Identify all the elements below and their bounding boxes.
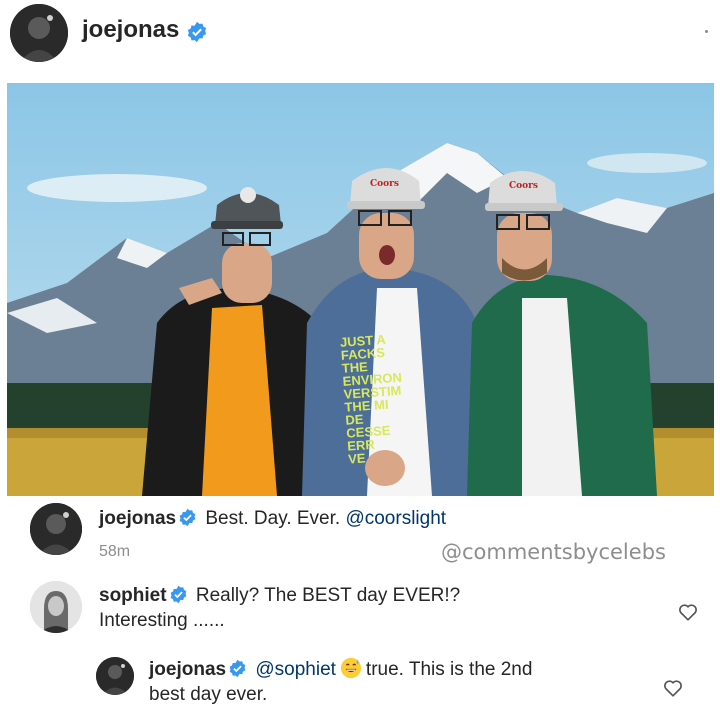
comment-text: Interesting ...... bbox=[99, 610, 225, 631]
reply-item: joejonas @sophiet true. This is the 2nd b… bbox=[149, 657, 649, 707]
verified-badge-icon bbox=[228, 659, 247, 678]
reply-avatar[interactable] bbox=[96, 657, 134, 695]
caption-text: Best. Day. Ever. bbox=[205, 508, 341, 529]
comment-avatar[interactable] bbox=[30, 581, 82, 633]
comment-text: true. This is the 2nd bbox=[365, 659, 533, 680]
more-options-icon[interactable] bbox=[705, 30, 708, 33]
post-photo[interactable]: JUST A FACKS THE ENVIRON VERSTIM THE MI … bbox=[7, 83, 714, 496]
profile-avatar[interactable] bbox=[10, 4, 68, 62]
caption-avatar[interactable] bbox=[30, 503, 82, 555]
watermark: @commentsbycelebs bbox=[441, 540, 666, 564]
caption-mention[interactable]: @coorslight bbox=[345, 508, 446, 529]
verified-badge-icon bbox=[178, 508, 197, 527]
like-heart-icon[interactable] bbox=[677, 601, 699, 623]
verified-badge-icon bbox=[169, 585, 188, 604]
comment-text: Really? The BEST day EVER!? bbox=[195, 585, 461, 606]
caption: joejonas Best. Day. Ever. @coorslight bbox=[99, 506, 446, 531]
comment-username[interactable]: joejonas bbox=[149, 659, 226, 680]
verified-badge-icon bbox=[186, 21, 208, 43]
comment-item: sophiet Really? The BEST day EVER!? Inte… bbox=[99, 583, 639, 633]
caption-username[interactable]: joejonas bbox=[99, 508, 176, 529]
grinning-sweat-emoji-icon bbox=[340, 657, 362, 679]
cap-logo: Coors bbox=[509, 181, 538, 191]
comment-mention[interactable]: @sophiet bbox=[255, 659, 336, 680]
post-timestamp[interactable]: 58m bbox=[99, 543, 130, 561]
comment-text: best day ever. bbox=[149, 684, 268, 705]
comment-username[interactable]: sophiet bbox=[99, 585, 167, 606]
like-heart-icon[interactable] bbox=[662, 677, 684, 699]
cap-logo: Coors bbox=[370, 179, 399, 189]
post-username[interactable]: joejonas bbox=[82, 16, 179, 44]
